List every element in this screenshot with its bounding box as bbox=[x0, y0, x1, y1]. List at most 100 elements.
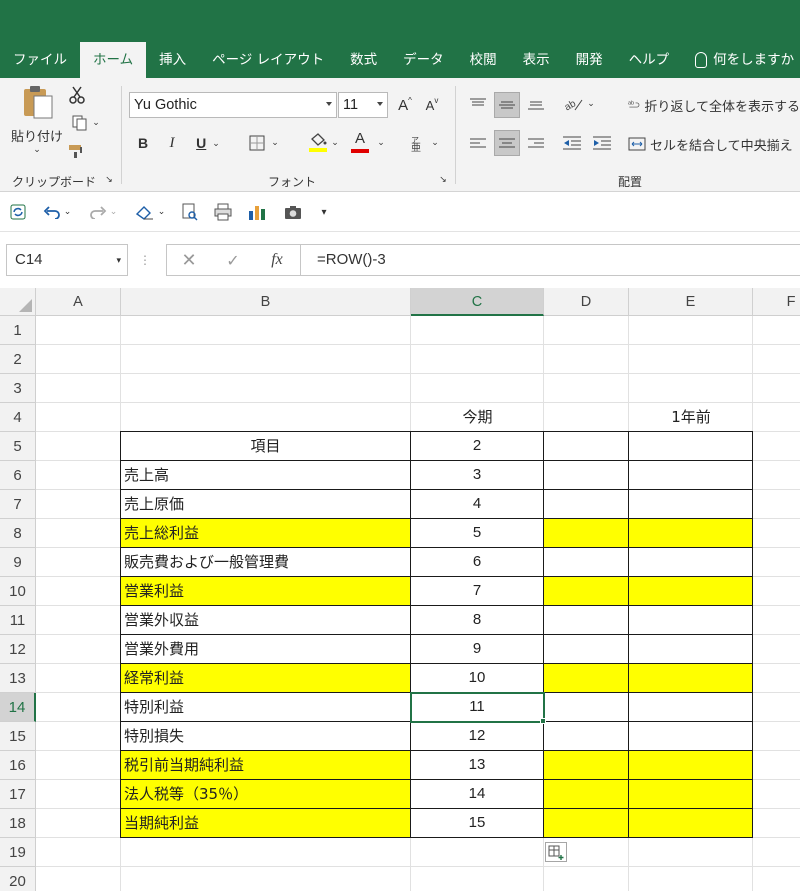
cell[interactable] bbox=[121, 316, 411, 345]
decrease-indent-button[interactable] bbox=[560, 130, 584, 156]
cell[interactable] bbox=[753, 809, 800, 838]
camera-button[interactable] bbox=[282, 202, 304, 222]
insert-chart-button[interactable] bbox=[246, 202, 268, 222]
row-header-19[interactable]: 19 bbox=[0, 838, 36, 867]
cell[interactable] bbox=[753, 780, 800, 809]
italic-button[interactable]: I bbox=[162, 132, 182, 154]
row-header-12[interactable]: 12 bbox=[0, 635, 36, 664]
table-row-value[interactable]: 5 bbox=[410, 518, 544, 548]
cell[interactable] bbox=[544, 374, 629, 403]
cell[interactable] bbox=[36, 490, 121, 519]
cell[interactable] bbox=[753, 664, 800, 693]
column-header-c[interactable]: C bbox=[411, 288, 544, 316]
table-row-item[interactable]: 営業利益 bbox=[120, 576, 411, 606]
cut-button[interactable] bbox=[66, 84, 88, 106]
row-header-20[interactable]: 20 bbox=[0, 867, 36, 891]
cell[interactable] bbox=[121, 838, 411, 867]
grow-font-button[interactable]: A ^ bbox=[395, 94, 415, 116]
align-bottom-button[interactable] bbox=[524, 92, 548, 116]
table-row-item[interactable]: 販売費および一般管理費 bbox=[120, 547, 411, 577]
table-row-prev-e[interactable] bbox=[628, 808, 753, 838]
cell[interactable] bbox=[753, 606, 800, 635]
cell[interactable] bbox=[753, 316, 800, 345]
cell[interactable] bbox=[36, 838, 121, 867]
cell[interactable] bbox=[629, 374, 753, 403]
table-row-prev-e[interactable] bbox=[628, 605, 753, 635]
cell[interactable] bbox=[36, 577, 121, 606]
tell-me-search[interactable]: 何をしますか bbox=[682, 42, 800, 78]
align-top-button[interactable] bbox=[466, 92, 490, 116]
cell[interactable] bbox=[753, 403, 800, 432]
quick-print-button[interactable] bbox=[212, 202, 234, 222]
cell[interactable] bbox=[544, 403, 629, 432]
tab-5[interactable]: データ bbox=[390, 42, 457, 78]
cell[interactable] bbox=[629, 345, 753, 374]
phonetic-button[interactable]: ア亜 ⌄ bbox=[404, 132, 444, 154]
table-row-prev-d[interactable] bbox=[543, 663, 629, 693]
autosave-button[interactable] bbox=[8, 202, 28, 222]
table-row-prev-d[interactable] bbox=[543, 460, 629, 490]
bold-button[interactable]: B bbox=[133, 132, 153, 154]
row-header-17[interactable]: 17 bbox=[0, 780, 36, 809]
table-row-prev-e[interactable] bbox=[628, 518, 753, 548]
cell[interactable] bbox=[753, 838, 800, 867]
table-row-value[interactable]: 13 bbox=[410, 750, 544, 780]
copy-button[interactable]: ⌄ bbox=[66, 112, 106, 134]
font-size-input[interactable]: 11 bbox=[338, 92, 388, 118]
table-row-prev-e[interactable] bbox=[628, 634, 753, 664]
tab-0[interactable]: ファイル bbox=[0, 42, 80, 78]
cell[interactable] bbox=[544, 316, 629, 345]
table-row-prev-d[interactable] bbox=[543, 489, 629, 519]
underline-button[interactable]: U ⌄ bbox=[190, 132, 226, 154]
cell[interactable] bbox=[36, 403, 121, 432]
table-row-prev-d[interactable] bbox=[543, 750, 629, 780]
cell[interactable] bbox=[753, 461, 800, 490]
row-header-7[interactable]: 7 bbox=[0, 490, 36, 519]
table-row-value[interactable]: 6 bbox=[410, 547, 544, 577]
chevron-down-icon[interactable]: ▾ bbox=[116, 245, 121, 275]
font-name-input[interactable]: Yu Gothic bbox=[129, 92, 337, 118]
cell[interactable] bbox=[753, 693, 800, 722]
cell[interactable] bbox=[36, 635, 121, 664]
increase-indent-button[interactable] bbox=[590, 130, 614, 156]
table-row-prev-d[interactable] bbox=[543, 692, 629, 722]
row-header-13[interactable]: 13 bbox=[0, 664, 36, 693]
cell[interactable] bbox=[36, 722, 121, 751]
row-header-8[interactable]: 8 bbox=[0, 519, 36, 548]
table-row-prev-d[interactable] bbox=[543, 518, 629, 548]
column-header-f[interactable]: F bbox=[753, 288, 800, 316]
tab-7[interactable]: 表示 bbox=[510, 42, 563, 78]
cell[interactable] bbox=[121, 374, 411, 403]
cell[interactable] bbox=[121, 345, 411, 374]
row-header-15[interactable]: 15 bbox=[0, 722, 36, 751]
cell[interactable] bbox=[753, 519, 800, 548]
table-row-item[interactable]: 売上高 bbox=[120, 460, 411, 490]
table-row-item[interactable]: 特別利益 bbox=[120, 692, 411, 722]
table-row-prev-d[interactable] bbox=[543, 605, 629, 635]
table-row-item[interactable]: 売上原価 bbox=[120, 489, 411, 519]
formula-input[interactable]: =ROW()-3 bbox=[300, 244, 800, 276]
table-row-prev-e[interactable] bbox=[628, 576, 753, 606]
cell[interactable] bbox=[753, 548, 800, 577]
insert-function-button[interactable]: fx bbox=[255, 251, 299, 269]
align-right-button[interactable] bbox=[524, 130, 548, 156]
cell[interactable] bbox=[629, 867, 753, 891]
row-header-11[interactable]: 11 bbox=[0, 606, 36, 635]
cell[interactable] bbox=[121, 867, 411, 891]
undo-button[interactable]: ⌄ bbox=[40, 202, 74, 222]
align-center-button[interactable] bbox=[494, 130, 520, 156]
cancel-icon[interactable]: ✕ bbox=[167, 250, 211, 271]
cell[interactable] bbox=[36, 693, 121, 722]
enter-icon[interactable]: ✓ bbox=[211, 251, 255, 270]
table-row-value[interactable]: 14 bbox=[410, 779, 544, 809]
table-row-item[interactable]: 当期純利益 bbox=[120, 808, 411, 838]
cell[interactable] bbox=[36, 374, 121, 403]
cell[interactable] bbox=[753, 722, 800, 751]
table-row-item[interactable]: 経常利益 bbox=[120, 663, 411, 693]
row-header-14[interactable]: 14 bbox=[0, 693, 36, 722]
cell[interactable] bbox=[36, 664, 121, 693]
table-row-value[interactable]: 15 bbox=[410, 808, 544, 838]
merge-center-button[interactable]: セルを結合して中央揃え bbox=[628, 132, 800, 156]
tab-6[interactable]: 校閲 bbox=[457, 42, 510, 78]
row-header-5[interactable]: 5 bbox=[0, 432, 36, 461]
